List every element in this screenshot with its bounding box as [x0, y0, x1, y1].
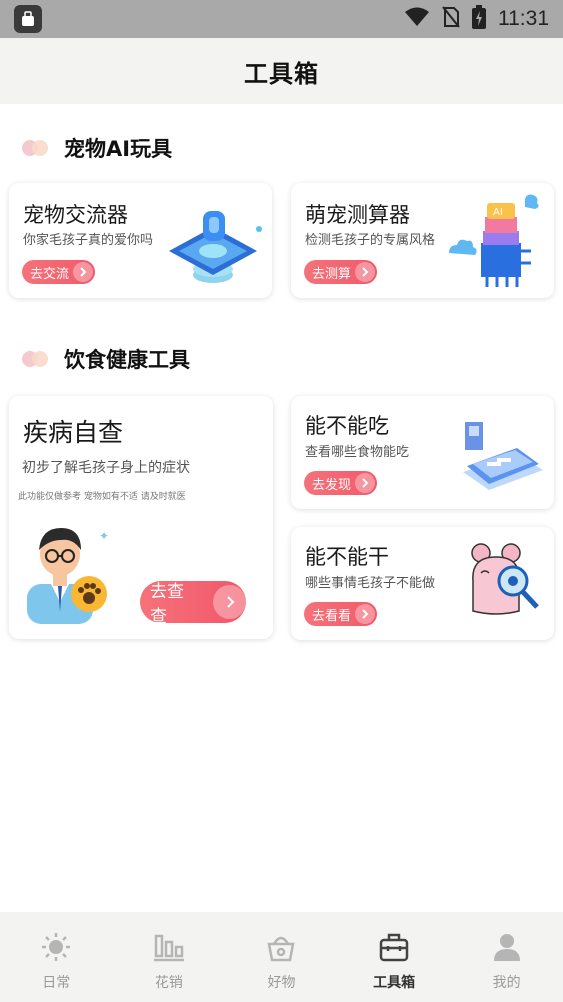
card-can-eat[interactable]: 能不能吃 查看哪些食物能吃 去发现 [291, 396, 554, 509]
go-communicate-button[interactable]: 去交流 [22, 260, 96, 284]
tab-mine[interactable]: 我的 [450, 912, 563, 1002]
title-bar: 工具箱 [0, 38, 563, 104]
ai-chip-illustration-icon: AI [445, 191, 553, 299]
card-can-do[interactable]: 能不能干 哪些事情毛孩子不能做 去看看 [291, 527, 554, 640]
doctor-illustration-icon: ✦ [23, 520, 123, 628]
bottom-tab-bar: 日常 花销 好物 工具箱 我的 [0, 912, 563, 1002]
button-label: 去发现 [312, 477, 352, 493]
svg-text:AI: AI [493, 207, 503, 218]
button-label: 去交流 [30, 266, 70, 282]
go-check-button[interactable]: 去查查 [140, 581, 246, 627]
chevron-right-icon [73, 262, 94, 282]
tab-label: 好物 [267, 975, 296, 991]
toolbox-icon [378, 932, 410, 966]
card-pet-translator[interactable]: 宠物交流器 你家毛孩子真的爱你吗 去交流 [9, 183, 272, 298]
tab-label: 我的 [492, 975, 521, 991]
bar-chart-icon [153, 932, 185, 966]
app-notification-icon [14, 5, 42, 33]
button-label: 去查查 [150, 582, 184, 627]
card-title: 萌宠测算器 [305, 203, 410, 227]
card-subtitle: 初步了解毛孩子身上的症状 [22, 460, 190, 476]
battery-charging-icon [472, 5, 486, 33]
go-look-button[interactable]: 去看看 [304, 602, 378, 626]
basket-icon [265, 932, 297, 966]
tab-goods[interactable]: 好物 [225, 912, 338, 1002]
lock-device-illustration-icon [169, 205, 269, 299]
chevron-right-icon [355, 262, 376, 282]
status-time: 11:31 [498, 7, 549, 30]
card-title: 疾病自查 [23, 418, 124, 447]
mouse-magnifier-illustration-icon [467, 541, 547, 629]
card-title: 宠物交流器 [23, 203, 128, 227]
wifi-icon [404, 7, 430, 31]
chevron-right-icon [355, 604, 376, 624]
section-header-ai-toys: 宠物AI玩具 [22, 133, 172, 163]
section-dots-icon [22, 351, 48, 367]
card-title: 能不能吃 [305, 414, 389, 438]
no-sim-icon [442, 6, 460, 32]
button-label: 去看看 [312, 608, 352, 624]
card-subtitle: 哪些事情毛孩子不能做 [305, 576, 436, 591]
svg-text:✦: ✦ [99, 529, 109, 543]
go-discover-button[interactable]: 去发现 [304, 471, 378, 495]
tab-label: 日常 [42, 975, 71, 991]
section-header-diet-health: 饮食健康工具 [22, 344, 190, 374]
section-title: 饮食健康工具 [64, 348, 190, 372]
phone-food-illustration-icon [457, 414, 547, 504]
section-dots-icon [22, 140, 48, 156]
card-title: 能不能干 [305, 545, 389, 569]
card-subtitle: 你家毛孩子真的爱你吗 [23, 233, 154, 248]
status-bar: 11:31 [0, 0, 563, 38]
section-title: 宠物AI玩具 [64, 137, 173, 161]
chevron-right-icon [213, 585, 246, 619]
tab-label: 工具箱 [373, 975, 416, 991]
disclaimer-text: 此功能仅做参考 宠物如有不适 请及时就医 [18, 492, 186, 502]
page-title: 工具箱 [244, 59, 319, 88]
card-disease-self-check[interactable]: 疾病自查 初步了解毛孩子身上的症状 此功能仅做参考 宠物如有不适 请及时就医 ✦… [9, 396, 273, 639]
tab-expenses[interactable]: 花销 [113, 912, 226, 1002]
card-pet-calculator[interactable]: 萌宠测算器 检测毛孩子的专属风格 去测算 AI [291, 183, 554, 298]
tab-daily[interactable]: 日常 [0, 912, 113, 1002]
person-icon [491, 932, 523, 966]
sun-icon [40, 932, 72, 966]
card-subtitle: 查看哪些食物能吃 [305, 445, 410, 460]
card-subtitle: 检测毛孩子的专属风格 [305, 233, 436, 248]
button-label: 去测算 [312, 266, 352, 282]
go-calculate-button[interactable]: 去测算 [304, 260, 378, 284]
chevron-right-icon [355, 473, 376, 493]
tab-label: 花销 [154, 975, 183, 991]
tab-toolbox[interactable]: 工具箱 [338, 912, 451, 1002]
